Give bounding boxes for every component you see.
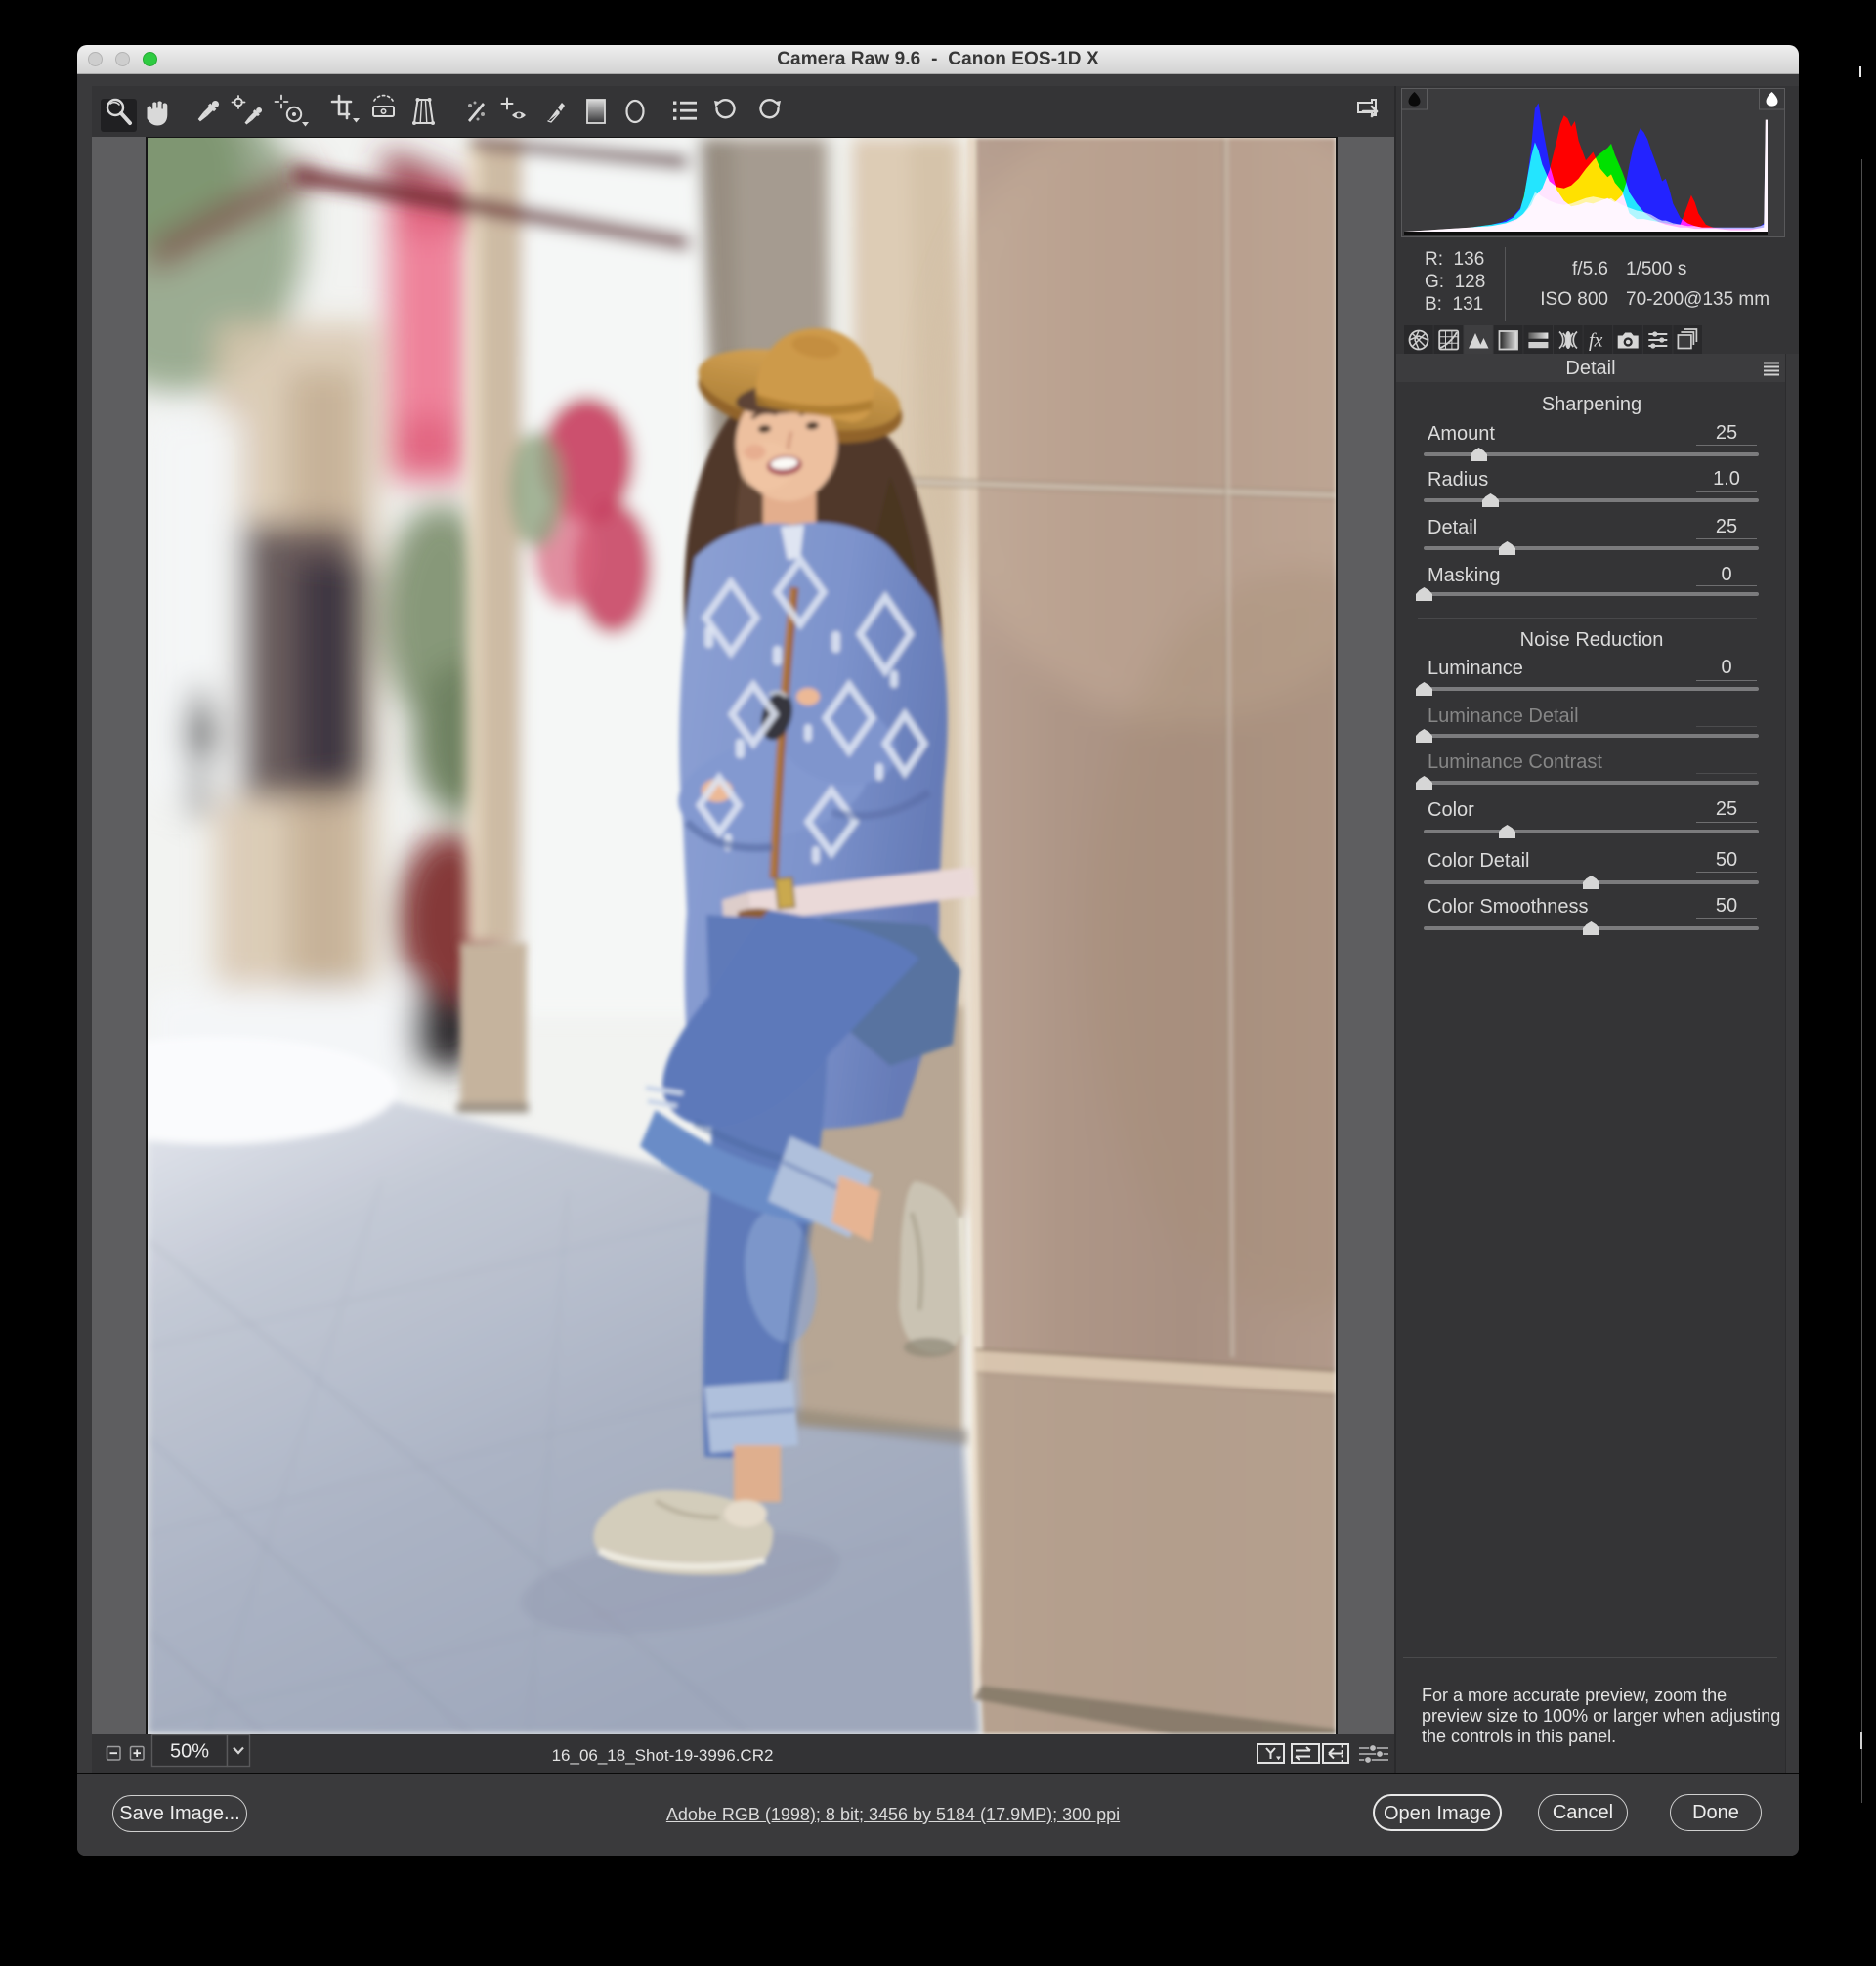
svg-text:50%: 50% [170,1741,209,1763]
svg-text:fx: fx [1589,330,1603,352]
